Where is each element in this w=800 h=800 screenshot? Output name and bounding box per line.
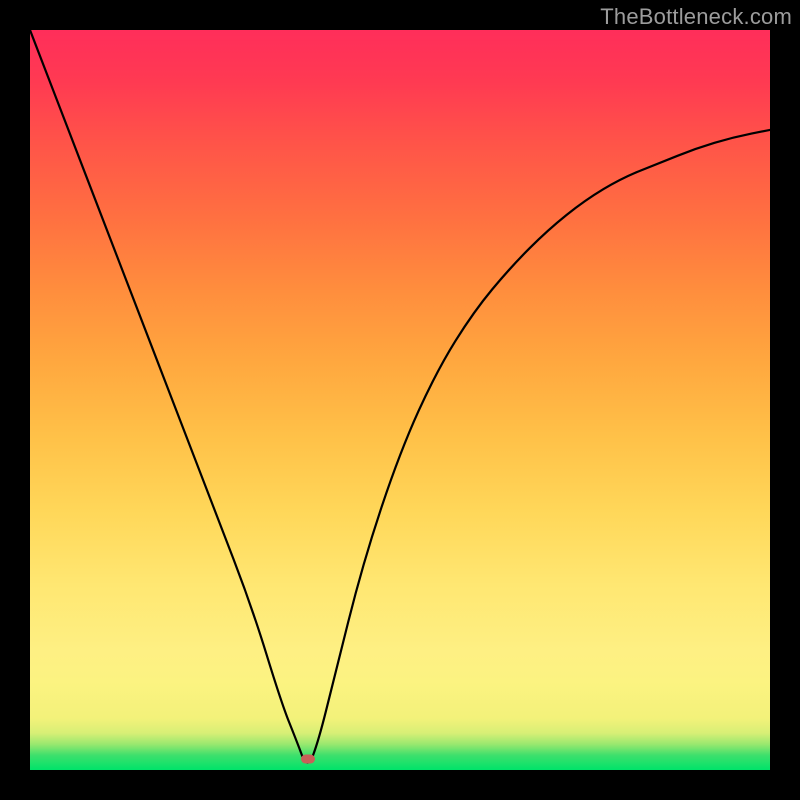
bottleneck-curve [30, 30, 770, 770]
chart-frame: TheBottleneck.com [0, 0, 800, 800]
plot-area [30, 30, 770, 770]
optimal-point-marker [301, 754, 315, 763]
watermark-text: TheBottleneck.com [600, 4, 792, 30]
